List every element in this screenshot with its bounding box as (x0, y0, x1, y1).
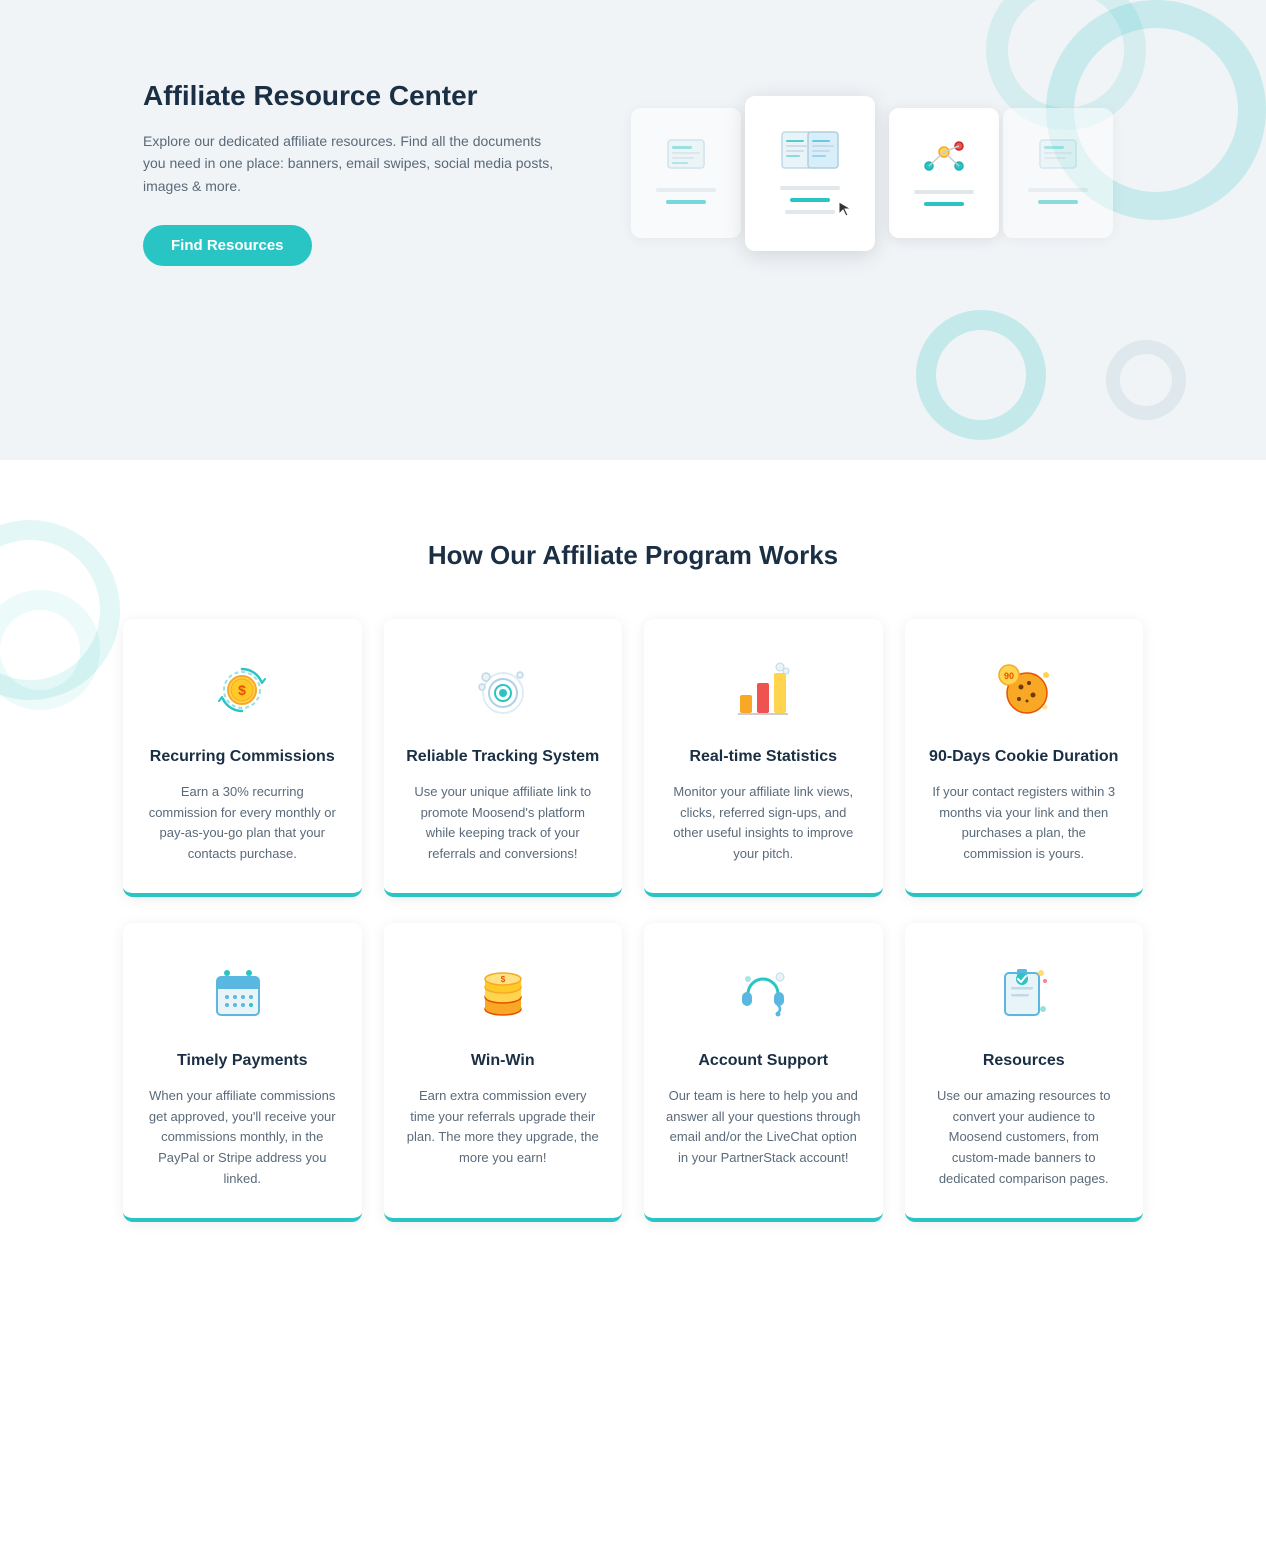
feature-card-support: Account Support Our team is here to help… (644, 923, 883, 1222)
payments-title: Timely Payments (145, 1051, 340, 1072)
support-title: Account Support (666, 1051, 861, 1072)
tracking-icon (468, 655, 538, 725)
stats-title: Real-time Statistics (666, 747, 861, 768)
cursor-icon (837, 200, 855, 233)
payments-desc: When your affiliate commissions get appr… (145, 1086, 340, 1190)
svg-text:$: $ (238, 682, 246, 698)
feature-card-winwin: $ Win-Win Earn extra commission every ti… (384, 923, 623, 1222)
cookie-title: 90-Days Cookie Duration (927, 747, 1122, 768)
hero-decor-circle-4 (1106, 340, 1186, 420)
hero-illustration (621, 96, 1123, 251)
feature-card-tracking: Reliable Tracking System Use your unique… (384, 619, 623, 897)
hero-decor-circle-3 (916, 310, 1046, 440)
resources-title: Resources (927, 1051, 1122, 1072)
feature-cards-row-2: Timely Payments When your affiliate comm… (123, 923, 1143, 1222)
stats-icon (728, 655, 798, 725)
feature-card-cookie: 90 90-Days Cookie Duration If your conta… (905, 619, 1144, 897)
hero-card-right (889, 108, 999, 238)
hero-section: Affiliate Resource Center Explore our de… (0, 0, 1266, 460)
card-doc-icon-center (780, 128, 840, 172)
tracking-title: Reliable Tracking System (406, 747, 601, 768)
feature-card-payments: Timely Payments When your affiliate comm… (123, 923, 362, 1222)
resources-icon (989, 959, 1059, 1029)
svg-text:$: $ (501, 975, 506, 984)
resources-desc: Use our amazing resources to convert you… (927, 1086, 1122, 1190)
cookie-desc: If your contact registers within 3 month… (927, 782, 1122, 865)
winwin-desc: Earn extra commission every time your re… (406, 1086, 601, 1169)
hero-card-far-right (1003, 108, 1113, 238)
card-doc-icon-left (664, 138, 708, 174)
recurring-desc: Earn a 30% recurring commission for ever… (145, 782, 340, 865)
support-desc: Our team is here to help you and answer … (666, 1086, 861, 1169)
card-doc-icon-right (1036, 138, 1080, 174)
hero-text-block: Affiliate Resource Center Explore our de… (143, 80, 563, 266)
feature-card-stats: Real-time Statistics Monitor your affili… (644, 619, 883, 897)
how-section: How Our Affiliate Program Works (0, 460, 1266, 1308)
hero-card-left (631, 108, 741, 238)
winwin-title: Win-Win (406, 1051, 601, 1072)
hero-description: Explore our dedicated affiliate resource… (143, 130, 563, 197)
stats-desc: Monitor your affiliate link views, click… (666, 782, 861, 865)
feature-card-resources: Resources Use our amazing resources to c… (905, 923, 1144, 1222)
feature-cards-row-1: $ Recurring Commissions Earn a 30% recur… (123, 619, 1143, 897)
find-resources-button[interactable]: Find Resources (143, 225, 312, 266)
winwin-icon: $ (468, 959, 538, 1029)
recurring-commissions-icon: $ (207, 655, 277, 725)
tracking-desc: Use your unique affiliate link to promot… (406, 782, 601, 865)
cookie-icon: 90 (989, 655, 1059, 725)
hero-title: Affiliate Resource Center (143, 80, 563, 112)
payments-icon (207, 959, 277, 1029)
hero-card-center (745, 96, 875, 251)
feature-card-recurring: $ Recurring Commissions Earn a 30% recur… (123, 619, 362, 897)
card-network-icon (919, 136, 969, 176)
recurring-title: Recurring Commissions (145, 747, 340, 768)
support-icon (728, 959, 798, 1029)
how-section-title: How Our Affiliate Program Works (123, 540, 1143, 571)
svg-text:90: 90 (1004, 671, 1014, 681)
